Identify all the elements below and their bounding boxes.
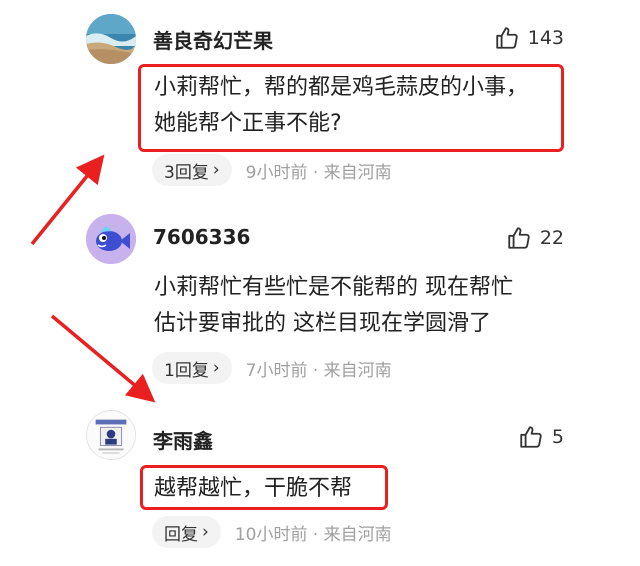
arrow-up-icon xyxy=(30,154,105,246)
annotation-arrows xyxy=(30,154,156,403)
arrow-down-icon xyxy=(50,314,156,403)
